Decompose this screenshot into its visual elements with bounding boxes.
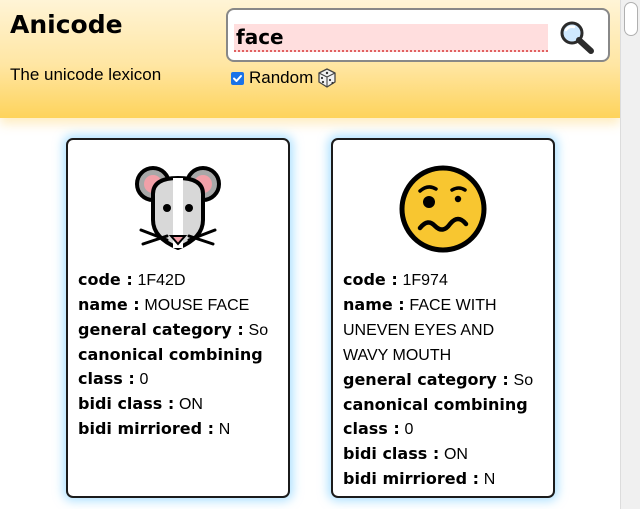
code-label: code : [343,270,398,289]
name-label: name : [78,295,140,314]
bidi-mirrored-field: bidi mirriored : N [343,467,543,492]
random-checkbox[interactable] [231,71,244,85]
code-label: code : [78,270,133,289]
general-category-label: general category : [343,370,509,389]
general-category-value: So [513,372,534,389]
checkmark-icon [233,74,242,82]
code-field: code : 1F42D [78,268,278,293]
scrollbar-thumb[interactable] [624,2,638,36]
canonical-combining-class-value: 0 [139,371,149,388]
name-value: MOUSE FACE [144,297,250,314]
bidi-class-value: ON [178,396,203,413]
canonical-combining-class-field: canonical combining class : 0 [343,393,543,442]
code-field: code : 1F974 [343,268,543,293]
search-box [226,8,610,62]
unicode-card: code : 1F974 name : FACE WITH UNEVEN EYE… [331,138,555,498]
general-category-field: general category : So [78,318,278,343]
vertical-scrollbar[interactable] [620,0,640,509]
name-label: name : [343,295,405,314]
bidi-mirrored-label: bidi mirriored : [78,419,215,438]
canonical-combining-class-value: 0 [404,421,414,438]
canonical-combining-class-label: canonical combining class : [78,345,263,388]
general-category-field: general category : So [343,368,543,393]
bidi-class-field: bidi class : ON [343,442,543,467]
bidi-mirrored-value: N [483,471,496,488]
bidi-class-field: bidi class : ON [78,392,278,417]
app-title: Anicode [10,10,123,39]
canonical-combining-class-label: canonical combining class : [343,395,528,438]
bidi-mirrored-field: bidi mirriored : N [78,417,278,442]
app-subtitle: The unicode lexicon [10,65,162,84]
name-field: name : FACE WITH UNEVEN EYES AND WAVY MO… [343,293,543,368]
general-category-value: So [248,322,269,339]
search-button[interactable] [558,20,596,54]
magnifier-icon [560,21,594,54]
bidi-class-value: ON [443,446,468,463]
bidi-mirrored-label: bidi mirriored : [343,469,480,488]
random-row: Random [231,67,337,89]
name-field: name : MOUSE FACE [78,293,278,318]
mouse-face-icon [135,166,221,250]
code-value: 1F974 [402,272,448,289]
unicode-card: code : 1F42D name : MOUSE FACE general c… [66,138,290,498]
general-category-label: general category : [78,320,244,339]
bidi-class-label: bidi class : [78,394,175,413]
bidi-class-label: bidi class : [343,444,440,463]
header: Anicode The unicode lexicon Random [0,0,620,118]
dice-icon [318,68,336,88]
code-value: 1F42D [137,272,186,289]
random-label[interactable]: Random [249,68,313,88]
search-input[interactable] [234,24,548,52]
bidi-mirrored-value: N [218,421,231,438]
canonical-combining-class-field: canonical combining class : 0 [78,343,278,392]
face-with-uneven-eyes-and-wavy-mouth-icon [399,165,487,253]
